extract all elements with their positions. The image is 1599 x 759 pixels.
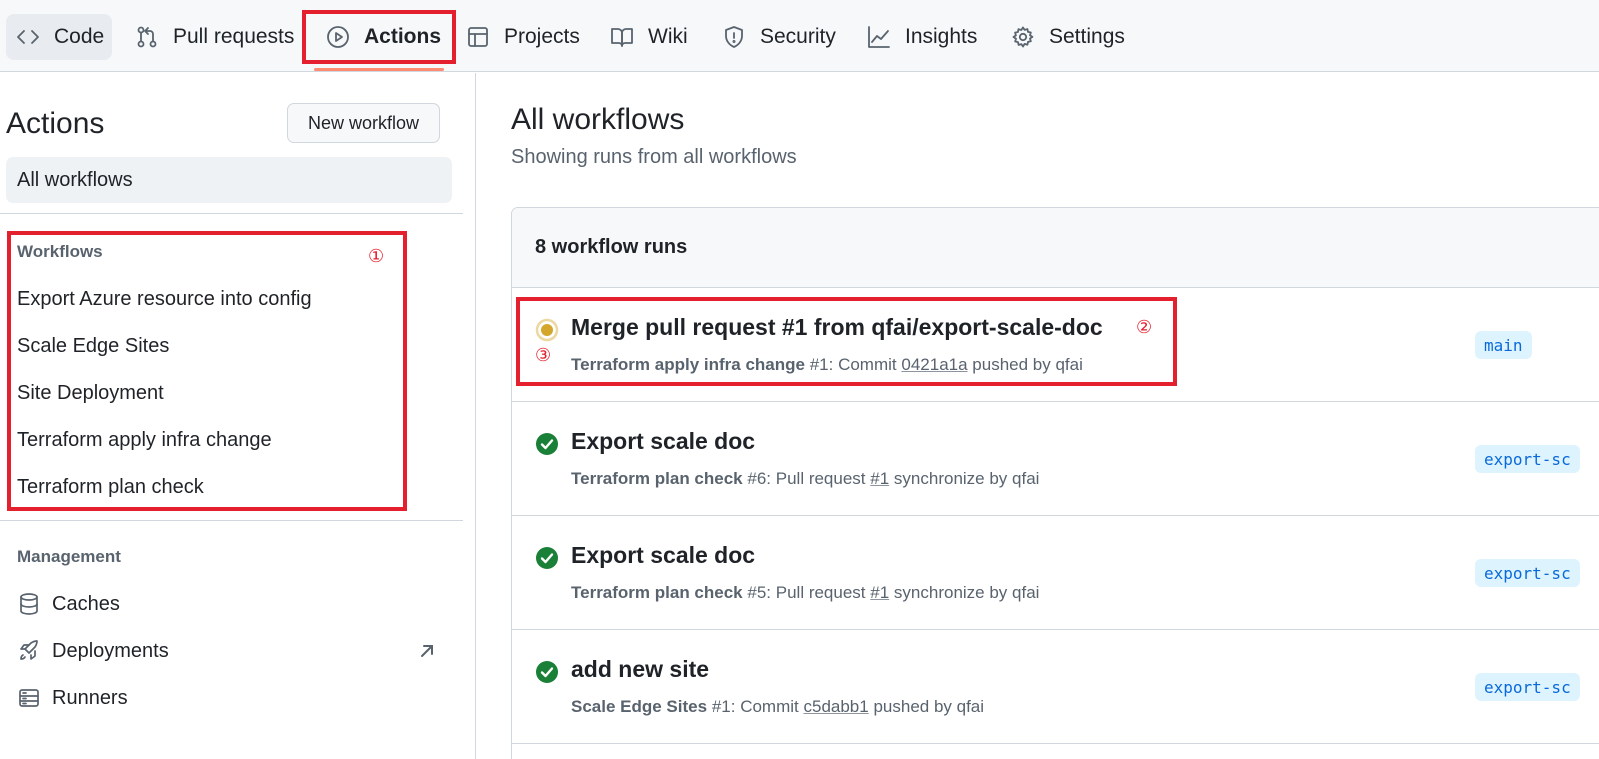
run-event: Pull request (775, 469, 866, 488)
graph-icon (868, 26, 890, 48)
tab-projects[interactable]: Projects (466, 14, 580, 60)
rocket-icon (20, 640, 38, 660)
tab-wiki[interactable]: Wiki (610, 14, 688, 60)
server-icon (19, 689, 39, 707)
sidebar-item-runners[interactable]: Runners (17, 686, 128, 710)
run-meta: Scale Edge Sites #1: Commit c5dabb1 push… (571, 697, 985, 716)
table-row[interactable]: Export scale doc Terraform plan check #6… (512, 402, 1599, 516)
check-circle-icon (536, 661, 558, 683)
run-meta: Terraform plan check #5: Pull request #1… (571, 583, 1040, 602)
tab-label: Projects (504, 25, 580, 48)
sidebar-item-label: Runners (52, 686, 128, 709)
run-number: #5 (747, 583, 767, 602)
run-workflow-name: Terraform plan check (571, 583, 743, 602)
run-ref-link[interactable]: #1 (870, 583, 889, 602)
run-title[interactable]: Export scale doc (571, 428, 755, 455)
table-icon (468, 27, 488, 47)
page-subtitle: Showing runs from all workflows (511, 146, 797, 168)
run-ref-link[interactable]: c5dabb1 (803, 697, 868, 716)
sidebar-item-label: Deployments (52, 639, 169, 662)
table-row[interactable]: Export scale doc Terraform plan check #5… (512, 516, 1599, 630)
run-number: #1 (711, 697, 731, 716)
git-pull-request-icon (137, 26, 157, 48)
tab-insights[interactable]: Insights (867, 14, 977, 60)
run-title[interactable]: add new site (571, 656, 709, 683)
run-workflow-name: Scale Edge Sites (571, 697, 708, 716)
sidebar-item-deployments[interactable]: Deployments (17, 639, 169, 663)
branch-badge[interactable]: export-sc (1475, 559, 1580, 587)
tab-label: Security (760, 25, 836, 48)
sidebar-divider (0, 520, 463, 521)
tab-security[interactable]: Security (722, 14, 836, 60)
new-workflow-button[interactable]: New workflow (287, 103, 440, 143)
tab-pull-requests[interactable]: Pull requests (135, 14, 294, 60)
run-title[interactable]: Export scale doc (571, 542, 755, 569)
run-trailer: synchronize by qfai (893, 583, 1040, 602)
shield-icon (725, 26, 743, 48)
book-icon (611, 28, 633, 47)
workflow-runs-list: 8 workflow runs Merge pull request #1 fr… (511, 207, 1599, 759)
sidebar-divider (0, 213, 463, 214)
gear-icon (1012, 26, 1034, 48)
branch-badge[interactable]: main (1475, 331, 1532, 359)
tab-label: Code (54, 25, 105, 48)
tab-label: Wiki (648, 25, 688, 48)
selected-tab-underline (314, 68, 444, 71)
code-icon (17, 30, 39, 44)
sidebar-title: Actions (6, 107, 105, 140)
table-row[interactable]: add new site Scale Edge Sites #1: Commit… (512, 630, 1599, 744)
check-circle-icon (536, 547, 558, 569)
run-ref-link[interactable]: #1 (870, 469, 889, 488)
repo-tab-bar: Code Pull requests Actions Projects Wiki… (0, 0, 1599, 72)
sidebar-item-caches[interactable]: Caches (17, 592, 120, 616)
tab-settings[interactable]: Settings (1011, 14, 1125, 60)
external-link-icon (421, 645, 433, 657)
sidebar-item-all-workflows[interactable]: All workflows (6, 157, 452, 203)
check-circle-icon (536, 433, 558, 455)
run-event: Commit (740, 697, 799, 716)
tab-label: Insights (905, 25, 978, 48)
tab-code[interactable]: Code (6, 14, 112, 60)
run-workflow-name: Terraform plan check (571, 469, 743, 488)
branch-badge[interactable]: export-sc (1475, 445, 1580, 473)
tab-label: Settings (1049, 25, 1125, 48)
run-trailer: pushed by qfai (873, 697, 985, 716)
highlight-box-actions-tab (302, 10, 456, 64)
branch-badge[interactable]: export-sc (1475, 673, 1580, 701)
highlight-box-first-run (516, 297, 1177, 386)
annotation-number-2: ② (1136, 317, 1153, 338)
page-title: All workflows (511, 103, 685, 136)
run-meta: Terraform plan check #6: Pull request #1… (571, 469, 1040, 488)
runs-count: 8 workflow runs (512, 208, 1599, 288)
tab-label: Pull requests (173, 25, 295, 48)
highlight-box-workflows (7, 231, 407, 511)
run-number: #6 (747, 469, 767, 488)
run-event: Pull request (775, 583, 866, 602)
annotation-number-3: ③ (535, 345, 552, 366)
run-trailer: synchronize by qfai (893, 469, 1040, 488)
management-heading: Management (17, 547, 121, 566)
sidebar-item-label: Caches (52, 592, 120, 615)
database-icon (20, 593, 38, 615)
annotation-number-1: ① (368, 246, 385, 267)
